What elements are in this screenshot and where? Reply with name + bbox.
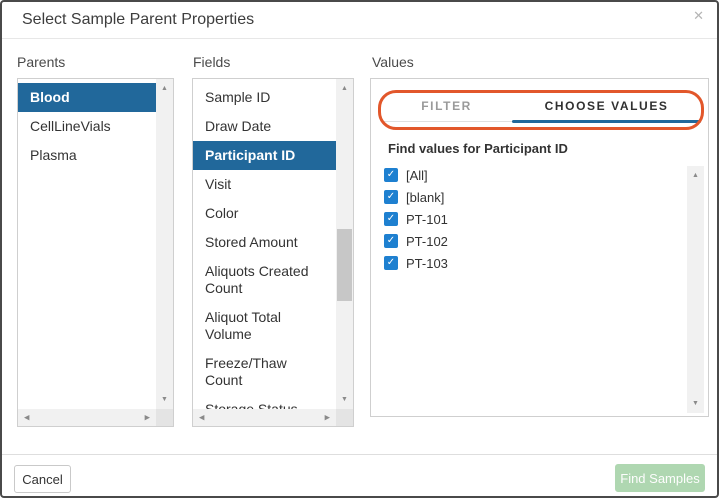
fields-item-visit[interactable]: Visit — [193, 170, 336, 199]
fields-item-draw-date[interactable]: Draw Date — [193, 112, 336, 141]
scrollbar-corner — [156, 409, 173, 426]
dialog-header: Select Sample Parent Properties ✕ — [2, 2, 717, 39]
fields-item-aliquots-created-count[interactable]: Aliquots Created Count — [193, 257, 336, 303]
parents-horizontal-scrollbar[interactable]: ◀ ▶ — [18, 409, 156, 426]
fields-item-aliquot-total-volume[interactable]: Aliquot Total Volume — [193, 303, 336, 349]
option-label: [All] — [406, 167, 428, 183]
values-vertical-scrollbar[interactable]: ▲ ▼ — [687, 166, 704, 413]
fields-horizontal-scrollbar[interactable]: ◀ ▶ — [193, 409, 336, 426]
parents-item-plasma[interactable]: Plasma — [18, 141, 156, 170]
option-label: [blank] — [406, 189, 445, 205]
parents-list: Blood CellLineVials Plasma — [18, 79, 156, 409]
fields-listbox: Sample ID Draw Date Participant ID Visit… — [192, 78, 354, 427]
fields-vertical-scrollbar[interactable]: ▲ ▼ — [336, 79, 353, 409]
find-samples-button[interactable]: Find Samples — [615, 464, 705, 492]
scroll-left-icon[interactable]: ◀ — [24, 414, 29, 421]
close-icon[interactable]: ✕ — [693, 9, 704, 22]
scroll-left-icon[interactable]: ◀ — [199, 414, 204, 421]
dialog-footer: Cancel Find Samples — [2, 454, 717, 496]
scroll-down-icon[interactable]: ▼ — [161, 396, 168, 403]
scroll-down-icon[interactable]: ▼ — [692, 400, 699, 407]
values-heading: Find values for Participant ID — [388, 141, 568, 156]
checkbox-checked-icon[interactable]: ✓ — [384, 190, 398, 204]
scroll-down-icon[interactable]: ▼ — [341, 396, 348, 403]
cancel-button[interactable]: Cancel — [14, 465, 71, 493]
checkbox-checked-icon[interactable]: ✓ — [384, 256, 398, 270]
values-option-list: ✓ [All] ✓ [blank] ✓ PT-101 ✓ PT-102 ✓ PT… — [384, 164, 674, 274]
parents-item-blood[interactable]: Blood — [18, 83, 156, 112]
parents-label: Parents — [17, 54, 66, 70]
value-option-all[interactable]: ✓ [All] — [384, 164, 674, 186]
option-label: PT-102 — [406, 233, 448, 249]
checkbox-checked-icon[interactable]: ✓ — [384, 212, 398, 226]
value-option-pt-102[interactable]: ✓ PT-102 — [384, 230, 674, 252]
values-panel: FILTER CHOOSE VALUES Find values for Par… — [370, 78, 709, 417]
checkbox-checked-icon[interactable]: ✓ — [384, 234, 398, 248]
checkbox-checked-icon[interactable]: ✓ — [384, 168, 398, 182]
fields-item-stored-amount[interactable]: Stored Amount — [193, 228, 336, 257]
parents-vertical-scrollbar[interactable]: ▲ ▼ — [156, 79, 173, 409]
option-label: PT-101 — [406, 211, 448, 227]
value-option-blank[interactable]: ✓ [blank] — [384, 186, 674, 208]
fields-item-sample-id[interactable]: Sample ID — [193, 83, 336, 112]
value-option-pt-101[interactable]: ✓ PT-101 — [384, 208, 674, 230]
scroll-up-icon[interactable]: ▲ — [161, 85, 168, 92]
scroll-right-icon[interactable]: ▶ — [325, 414, 330, 421]
option-label: PT-103 — [406, 255, 448, 271]
value-option-pt-103[interactable]: ✓ PT-103 — [384, 252, 674, 274]
values-tab-strip: FILTER CHOOSE VALUES — [381, 91, 701, 123]
tab-choose-values[interactable]: CHOOSE VALUES — [512, 91, 701, 123]
scroll-right-icon[interactable]: ▶ — [145, 414, 150, 421]
parents-item-celllinevials[interactable]: CellLineVials — [18, 112, 156, 141]
fields-item-color[interactable]: Color — [193, 199, 336, 228]
scrollbar-thumb[interactable] — [337, 229, 352, 301]
scrollbar-corner — [336, 409, 353, 426]
fields-list: Sample ID Draw Date Participant ID Visit… — [193, 79, 336, 409]
dialog-title: Select Sample Parent Properties — [22, 11, 255, 28]
fields-label: Fields — [193, 54, 231, 70]
select-sample-parent-properties-dialog: Select Sample Parent Properties ✕ Parent… — [0, 0, 719, 498]
fields-item-freeze-thaw-count[interactable]: Freeze/Thaw Count — [193, 349, 336, 395]
fields-item-storage-status[interactable]: Storage Status — [193, 395, 336, 409]
values-label: Values — [372, 54, 414, 70]
scroll-up-icon[interactable]: ▲ — [341, 85, 348, 92]
scroll-up-icon[interactable]: ▲ — [692, 172, 699, 179]
parents-listbox: Blood CellLineVials Plasma ▲ ▼ ◀ ▶ — [17, 78, 174, 427]
fields-item-participant-id[interactable]: Participant ID — [193, 141, 336, 170]
tab-filter[interactable]: FILTER — [381, 91, 512, 121]
